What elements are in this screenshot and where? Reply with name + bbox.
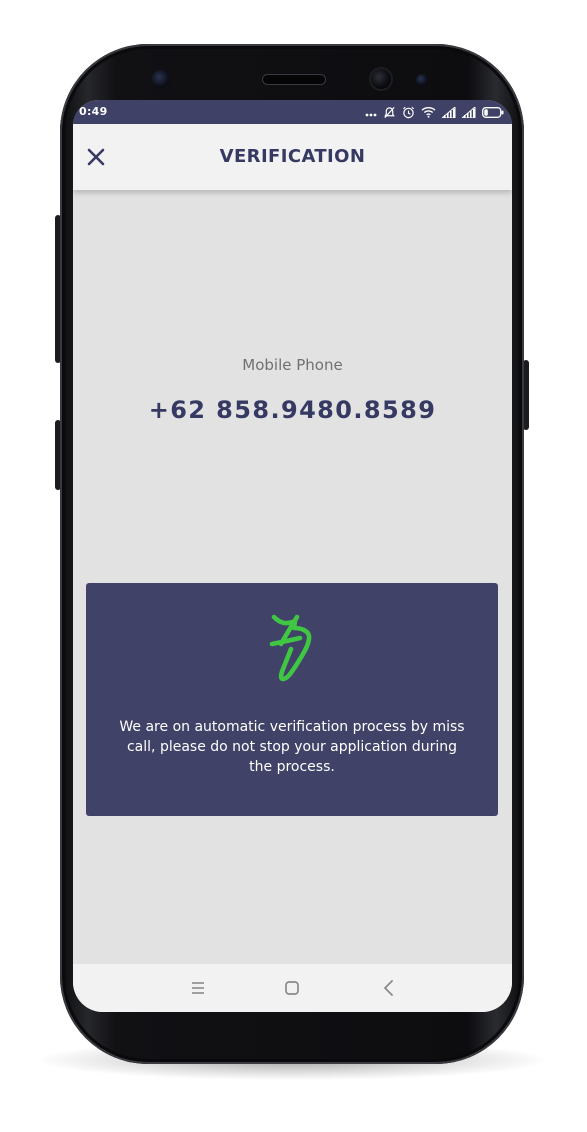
recent-apps-button[interactable] [186,976,210,1000]
status-icons [365,103,504,121]
device-mockup: 0:49 VERIFICATION Mobile Phone +62 858.9… [0,0,587,1132]
wifi-icon [421,106,436,118]
signal-icon [462,106,476,118]
front-sensor [152,70,170,88]
verification-content: Mobile Phone +62 858.9480.8589 We are on… [73,190,512,964]
home-button[interactable] [280,976,304,1000]
notifications-muted-icon [383,106,396,119]
home-icon [285,981,299,995]
earpiece-speaker [263,75,325,84]
close-button[interactable] [83,144,109,170]
recent-apps-icon [192,982,204,994]
front-camera [371,69,391,89]
page-title: VERIFICATION [219,146,366,167]
signal-icon [442,106,456,118]
close-icon [87,148,105,166]
status-time: 0:49 [79,105,108,118]
back-button[interactable] [377,976,401,1000]
phone-label: Mobile Phone [242,356,343,374]
more-dots-icon [365,106,377,118]
phone-screen: 0:49 VERIFICATION Mobile Phone +62 858.9… [73,100,512,1012]
verification-message: We are on automatic verification process… [119,719,465,775]
alarm-icon [402,106,415,119]
back-icon [384,980,393,996]
app-header: VERIFICATION [73,124,512,190]
status-bar: 0:49 [73,100,512,124]
verification-info-card: We are on automatic verification process… [86,583,498,816]
navigation-bar [73,964,512,1012]
proximity-sensor [416,74,428,86]
battery-icon [482,106,504,118]
phone-number: +62 858.9480.8589 [148,396,437,424]
bolt-logo-icon [269,614,312,682]
